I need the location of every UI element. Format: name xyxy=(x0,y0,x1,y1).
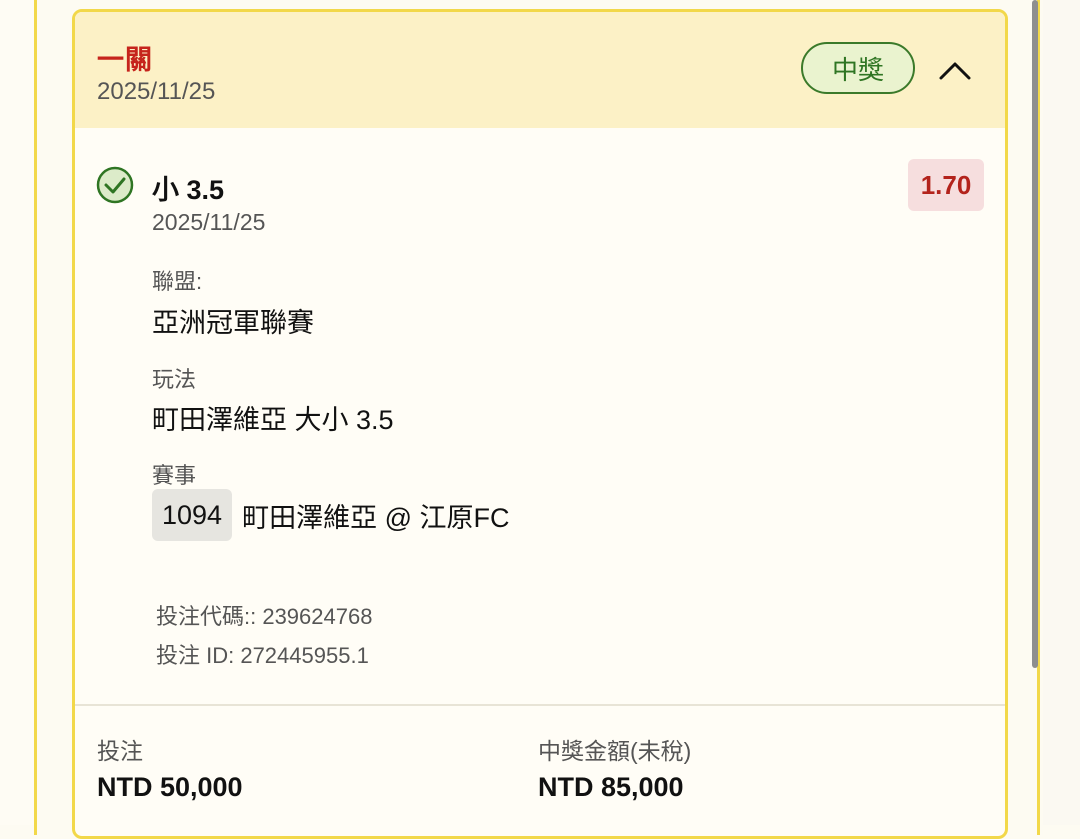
play-label: 玩法 xyxy=(152,367,197,392)
league-label: 聯盟: xyxy=(152,269,203,294)
league-value: 亞洲冠軍聯賽 xyxy=(152,308,314,338)
bet-card-header[interactable]: 一關 2025/11/25 中獎 xyxy=(75,12,1005,128)
bet-type-title: 一關 xyxy=(97,45,153,75)
bet-code: 投注代碼:: 239624768 xyxy=(156,604,373,629)
payout-value: NTD 85,000 xyxy=(538,772,684,802)
status-badge: 中獎 xyxy=(801,42,915,94)
event-name: 町田澤維亞 @ 江原FC xyxy=(242,502,510,533)
bet-card: 一關 2025/11/25 中獎 小 3.5 2025/11/25 1.70 聯… xyxy=(72,9,1008,839)
bet-id: 投注 ID: 272445955.1 xyxy=(156,643,369,668)
payout-label: 中獎金額(未稅) xyxy=(538,738,692,764)
event-code-badge: 1094 xyxy=(152,489,233,541)
event-label: 賽事 xyxy=(152,463,197,488)
footer-divider xyxy=(75,704,1005,706)
left-rail xyxy=(0,0,34,825)
selection-date: 2025/11/25 xyxy=(152,209,266,235)
check-circle-icon xyxy=(96,166,134,204)
stake-value: NTD 50,000 xyxy=(97,772,243,802)
event-row: 1094 町田澤維亞 @ 江原FC xyxy=(152,489,509,541)
odds-badge: 1.70 xyxy=(908,159,984,211)
play-value: 町田澤維亞 大小 3.5 xyxy=(152,405,394,435)
scrollbar[interactable] xyxy=(1032,0,1038,668)
selection-name: 小 3.5 xyxy=(152,175,225,205)
right-strip xyxy=(1043,0,1080,825)
chevron-up-icon[interactable] xyxy=(935,50,975,90)
stake-label: 投注 xyxy=(97,738,143,764)
bet-date: 2025/11/25 xyxy=(97,78,216,105)
